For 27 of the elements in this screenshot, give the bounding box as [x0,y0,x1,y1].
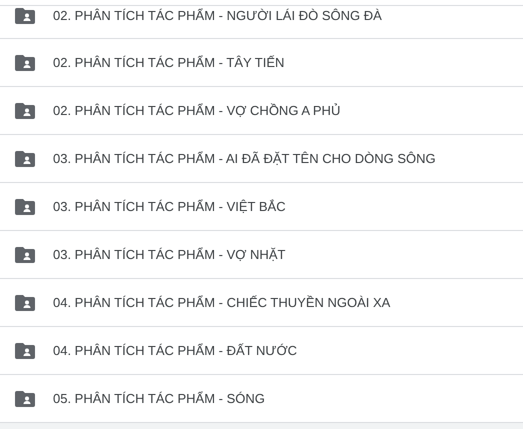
folder-name: 03. PHÂN TÍCH TÁC PHẨM - VIỆT BẮC [53,198,286,214]
folder-row[interactable]: 04. PHÂN TÍCH TÁC PHẨM - CHIẾC THUYỀN NGOÀI XA [0,279,523,327]
folder-row[interactable]: 03. PHÂN TÍCH TÁC PHẨM - VIỆT BẮC [0,183,523,231]
folder-name: 02. PHÂN TÍCH TÁC PHẨM - NGƯỜI LÁI ĐÒ SÔNG ĐÀ [53,8,382,24]
shared-folder-icon [15,54,35,70]
shared-folder-icon [15,198,35,214]
folder-name: 05. PHÂN TÍCH TÁC PHẨM - SÓNG [53,390,265,406]
shared-folder-icon [15,102,35,118]
folder-row[interactable]: 02. PHÂN TÍCH TÁC PHẨM - NGƯỜI LÁI ĐÒ SÔNG ĐÀ [0,6,523,39]
shared-folder-icon [15,294,35,310]
folder-name: 04. PHÂN TÍCH TÁC PHẨM - ĐẤT NƯỚC [53,342,298,358]
folder-name: 02. PHÂN TÍCH TÁC PHẨM - VỢ CHỒNG A PHỦ [53,102,340,118]
folder-row[interactable]: 03. PHÂN TÍCH TÁC PHẨM - AI ĐÃ ĐẶT TÊN CHO DÒNG SÔNG [0,135,523,183]
folder-name: 02. PHÂN TÍCH TÁC PHẨM - TÂY TIẾN [53,54,284,70]
shared-folder-icon [15,342,35,358]
folder-name: 04. PHÂN TÍCH TÁC PHẨM - CHIẾC THUYỀN NGOÀI XA [53,294,390,310]
shared-folder-icon [15,8,35,24]
shared-folder-icon [15,150,35,166]
folder-row[interactable]: 03. PHÂN TÍCH TÁC PHẨM - VỢ NHẶT [0,231,523,279]
folder-row[interactable]: 04. PHÂN TÍCH TÁC PHẨM - ĐẤT NƯỚC [0,327,523,375]
folder-row[interactable]: 02. PHÂN TÍCH TÁC PHẨM - VỢ CHỒNG A PHỦ [0,87,523,135]
folder-name: 03. PHÂN TÍCH TÁC PHẨM - VỢ NHẶT [53,246,286,262]
folder-name: 03. PHÂN TÍCH TÁC PHẨM - AI ĐÃ ĐẶT TÊN CHO DÒNG SÔNG [53,150,436,166]
shared-folder-icon [15,390,35,406]
folder-row[interactable]: 02. PHÂN TÍCH TÁC PHẨM - TÂY TIẾN [0,39,523,87]
shared-folder-icon [15,246,35,262]
folder-row[interactable]: 05. PHÂN TÍCH TÁC PHẨM - SÓNG [0,375,523,423]
